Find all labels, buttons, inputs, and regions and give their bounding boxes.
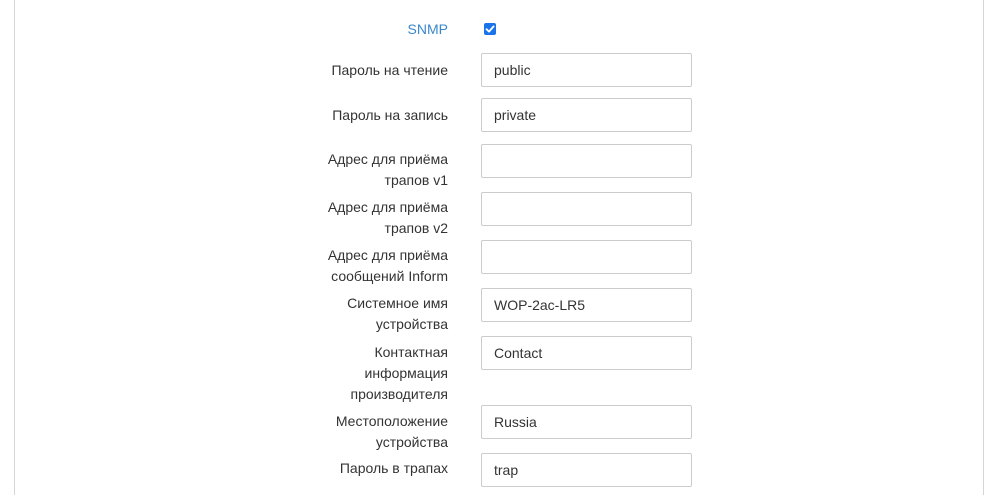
write-password-input[interactable] (481, 98, 692, 132)
contact-info-label-line1: Контактная (374, 344, 448, 360)
system-name-label-line1: Системное имя (347, 295, 448, 311)
contact-info-label: Контактная информация производителя (288, 342, 448, 405)
trap-password-input[interactable] (481, 453, 692, 487)
location-label: Местоположение устройства (288, 411, 448, 453)
location-input[interactable] (481, 405, 692, 439)
location-label-line2: устройства (375, 434, 448, 450)
inform-address-label-line2: сообщений Inform (331, 268, 448, 284)
read-password-input[interactable] (481, 53, 692, 87)
contact-info-label-line3: производителя (350, 386, 448, 402)
trap-v1-address-label-line2: трапов v1 (384, 172, 448, 188)
trap-v1-address-input[interactable] (481, 144, 692, 178)
trap-v2-address-label: Адрес для приёма трапов v2 (288, 197, 448, 239)
trap-v2-address-label-line2: трапов v2 (384, 220, 448, 236)
inform-address-label-line1: Адрес для приёма (327, 247, 448, 263)
contact-info-input[interactable] (481, 336, 692, 370)
snmp-label: SNMP (407, 21, 448, 37)
trap-v2-address-input[interactable] (481, 192, 692, 226)
system-name-input[interactable] (481, 288, 692, 322)
checkmark-icon (485, 25, 495, 33)
inform-address-label: Адрес для приёма сообщений Inform (288, 245, 448, 287)
system-name-label-line2: устройства (375, 316, 448, 332)
contact-info-label-line2: информация (364, 365, 448, 381)
trap-password-label: Пароль в трапах (339, 460, 448, 476)
trap-v2-address-label-line1: Адрес для приёма (327, 199, 448, 215)
inform-address-input[interactable] (481, 240, 692, 274)
system-name-label: Системное имя устройства (288, 293, 448, 335)
trap-v1-address-label: Адрес для приёма трапов v1 (288, 149, 448, 191)
location-label-line1: Местоположение (335, 413, 448, 429)
read-password-label: Пароль на чтение (331, 62, 448, 78)
write-password-label: Пароль на запись (332, 107, 448, 123)
trap-v1-address-label-line1: Адрес для приёма (327, 151, 448, 167)
snmp-enabled-checkbox[interactable] (484, 23, 496, 35)
